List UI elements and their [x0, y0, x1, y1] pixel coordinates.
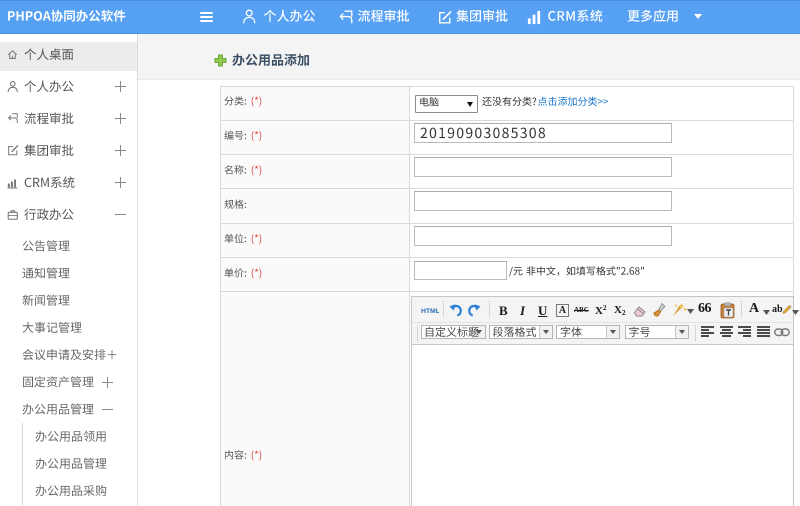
svg-text:HTML: HTML — [421, 308, 439, 315]
